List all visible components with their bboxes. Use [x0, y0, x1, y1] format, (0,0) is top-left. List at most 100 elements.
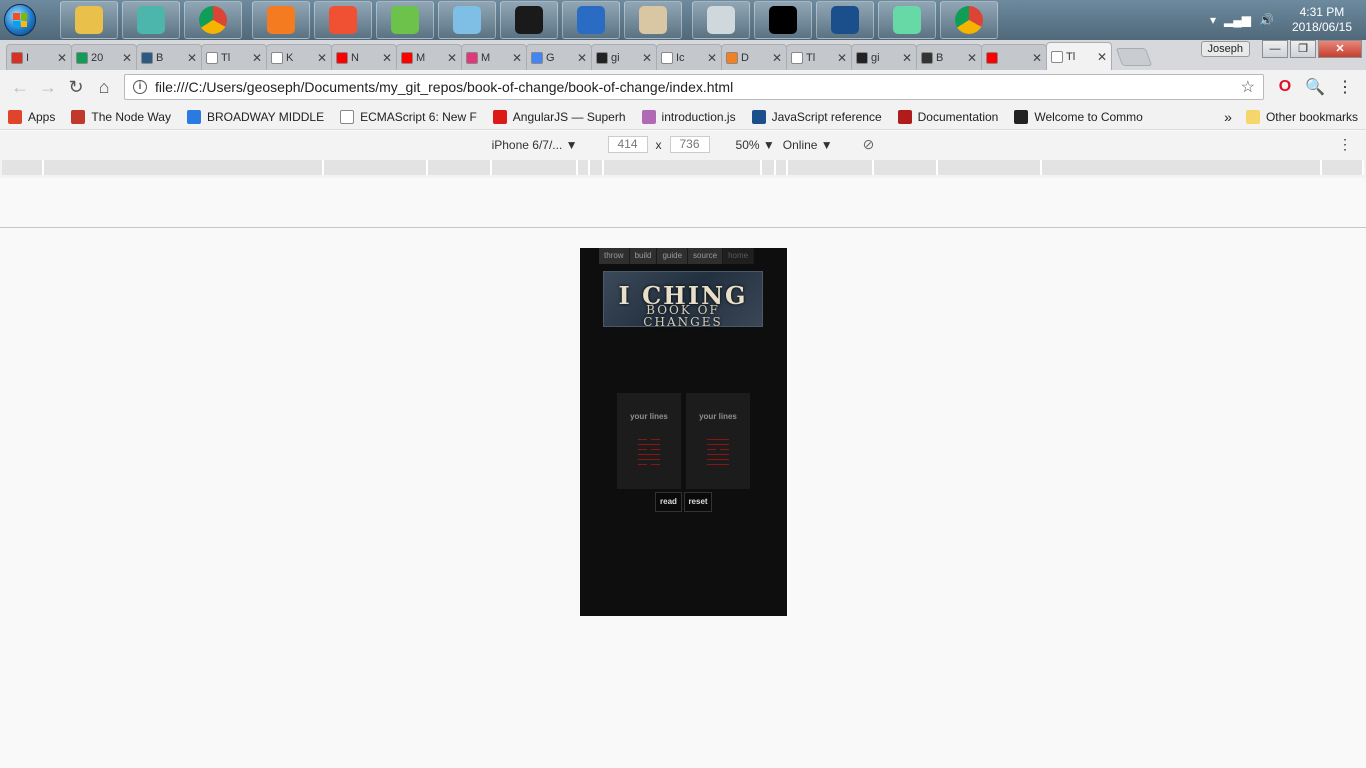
tab-favicon-icon: [856, 51, 868, 64]
media-query-bar[interactable]: [0, 158, 1366, 178]
taskbar-app-button[interactable]: [122, 1, 180, 39]
browser-tab[interactable]: gi ✕: [851, 44, 917, 70]
show-hidden-icons-icon[interactable]: ▾: [1210, 13, 1216, 27]
app-nav-throw[interactable]: throw: [599, 248, 630, 264]
taskbar-app-button[interactable]: [60, 1, 118, 39]
bookmark-label: introduction.js: [661, 109, 736, 124]
browser-tab[interactable]: G ✕: [526, 44, 592, 70]
read-button[interactable]: read: [655, 492, 682, 512]
tab-close-icon[interactable]: ✕: [512, 51, 522, 65]
taskbar-app-button[interactable]: [878, 1, 936, 39]
volume-icon[interactable]: 🔊: [1259, 13, 1274, 27]
app-nav-home[interactable]: home: [723, 248, 755, 264]
bookmark-label: ECMAScript 6: New F: [360, 109, 477, 124]
tab-close-icon[interactable]: ✕: [382, 51, 392, 65]
viewport-height-input[interactable]: 736: [669, 136, 710, 153]
bookmark-item[interactable]: Documentation: [897, 109, 998, 124]
signal-icon[interactable]: ▂▄▆: [1224, 13, 1251, 27]
taskbar-app-button[interactable]: [184, 1, 242, 39]
profile-button[interactable]: Joseph: [1200, 41, 1250, 57]
tab-close-icon[interactable]: ✕: [642, 51, 652, 65]
taskbar-app-button[interactable]: [940, 1, 998, 39]
chrome-menu-button[interactable]: ⋮: [1330, 73, 1360, 101]
search-extension-button[interactable]: 🔍: [1300, 73, 1330, 101]
browser-tab[interactable]: B ✕: [916, 44, 982, 70]
tab-close-icon[interactable]: ✕: [837, 51, 847, 65]
tab-close-icon[interactable]: ✕: [252, 51, 262, 65]
address-url[interactable]: file:///C:/Users/geoseph/Documents/my_gi…: [155, 79, 1233, 95]
bookmark-item[interactable]: introduction.js: [641, 109, 736, 124]
viewport-width-input[interactable]: 414: [607, 136, 648, 153]
taskbar-app-button[interactable]: [754, 1, 812, 39]
bookmark-item[interactable]: Welcome to Commo: [1014, 109, 1143, 124]
info-icon[interactable]: i: [133, 80, 147, 94]
browser-tab[interactable]: Tl ✕: [201, 44, 267, 70]
taskbar-clock[interactable]: 4:31 PM 2018/06/15: [1292, 5, 1352, 35]
tab-close-icon[interactable]: ✕: [707, 51, 717, 65]
bookmark-item[interactable]: The Node Way: [71, 109, 171, 124]
address-bar[interactable]: i file:///C:/Users/geoseph/Documents/my_…: [124, 74, 1264, 100]
taskbar-app-button[interactable]: [314, 1, 372, 39]
opera-extension-button[interactable]: O: [1270, 73, 1300, 101]
tab-close-icon[interactable]: ✕: [967, 51, 977, 65]
browser-tab[interactable]: ✕: [981, 44, 1047, 70]
browser-tab[interactable]: Tl ✕: [1046, 42, 1112, 70]
bookmark-item[interactable]: BROADWAY MIDDLE: [186, 109, 324, 124]
device-select[interactable]: iPhone 6/7/... ▼: [492, 138, 578, 152]
bookmark-item[interactable]: Apps: [8, 109, 55, 124]
new-tab-button[interactable]: [1115, 48, 1153, 66]
browser-tab[interactable]: N ✕: [331, 44, 397, 70]
browser-tab[interactable]: B ✕: [136, 44, 202, 70]
reset-button[interactable]: reset: [684, 492, 712, 512]
taskbar-app-button[interactable]: [500, 1, 558, 39]
bookmark-item[interactable]: AngularJS — Superh: [492, 109, 626, 124]
taskbar-app-button[interactable]: [376, 1, 434, 39]
minimize-button[interactable]: —: [1262, 40, 1288, 58]
app-nav-source[interactable]: source: [688, 248, 724, 264]
tab-close-icon[interactable]: ✕: [447, 51, 457, 65]
taskbar-app-button[interactable]: [816, 1, 874, 39]
bookmark-star-icon[interactable]: ☆: [1241, 77, 1255, 97]
taskbar-app-button[interactable]: [438, 1, 496, 39]
tab-favicon-icon: [271, 51, 283, 64]
tab-close-icon[interactable]: ✕: [577, 51, 587, 65]
restore-button[interactable]: ❐: [1290, 40, 1316, 58]
app-nav-build[interactable]: build: [629, 248, 658, 264]
tab-close-icon[interactable]: ✕: [122, 51, 132, 65]
bookmark-item[interactable]: JavaScript reference: [751, 109, 882, 124]
network-throttle-select[interactable]: Online ▼: [783, 138, 833, 152]
browser-tab[interactable]: D ✕: [721, 44, 787, 70]
tab-close-icon[interactable]: ✕: [187, 51, 197, 65]
taskbar-app-button[interactable]: [692, 1, 750, 39]
device-toolbar-menu-icon[interactable]: ⋮: [1338, 136, 1352, 153]
browser-tab[interactable]: Ic ✕: [656, 44, 722, 70]
taskbar-app-button[interactable]: [624, 1, 682, 39]
zoom-select[interactable]: 50% ▼: [736, 138, 775, 152]
bookmark-item[interactable]: ECMAScript 6: New F: [340, 109, 477, 124]
browser-tab[interactable]: gi ✕: [591, 44, 657, 70]
home-button[interactable]: ⌂: [90, 73, 118, 101]
other-bookmarks-folder[interactable]: Other bookmarks: [1245, 109, 1358, 124]
browser-tab[interactable]: 20 ✕: [71, 44, 137, 70]
tab-close-icon[interactable]: ✕: [772, 51, 782, 65]
back-button[interactable]: ←: [6, 73, 34, 101]
forward-button[interactable]: →: [34, 73, 62, 101]
taskbar-app-button[interactable]: [562, 1, 620, 39]
bookmarks-overflow-button[interactable]: »: [1224, 109, 1232, 125]
browser-tab[interactable]: K ✕: [266, 44, 332, 70]
reload-button[interactable]: ↻: [62, 73, 90, 101]
browser-tab[interactable]: I ✕: [6, 44, 72, 70]
browser-tab[interactable]: Tl ✕: [786, 44, 852, 70]
tab-close-icon[interactable]: ✕: [57, 51, 67, 65]
taskbar-app-button[interactable]: [252, 1, 310, 39]
tab-close-icon[interactable]: ✕: [1097, 50, 1107, 64]
close-window-button[interactable]: ✕: [1318, 40, 1362, 58]
tab-close-icon[interactable]: ✕: [1032, 51, 1042, 65]
rotate-icon[interactable]: ⊘: [863, 136, 875, 153]
browser-tab[interactable]: M ✕: [461, 44, 527, 70]
start-button[interactable]: [0, 0, 40, 40]
browser-tab[interactable]: M ✕: [396, 44, 462, 70]
tab-close-icon[interactable]: ✕: [317, 51, 327, 65]
tab-close-icon[interactable]: ✕: [902, 51, 912, 65]
app-nav-guide[interactable]: guide: [657, 248, 689, 264]
